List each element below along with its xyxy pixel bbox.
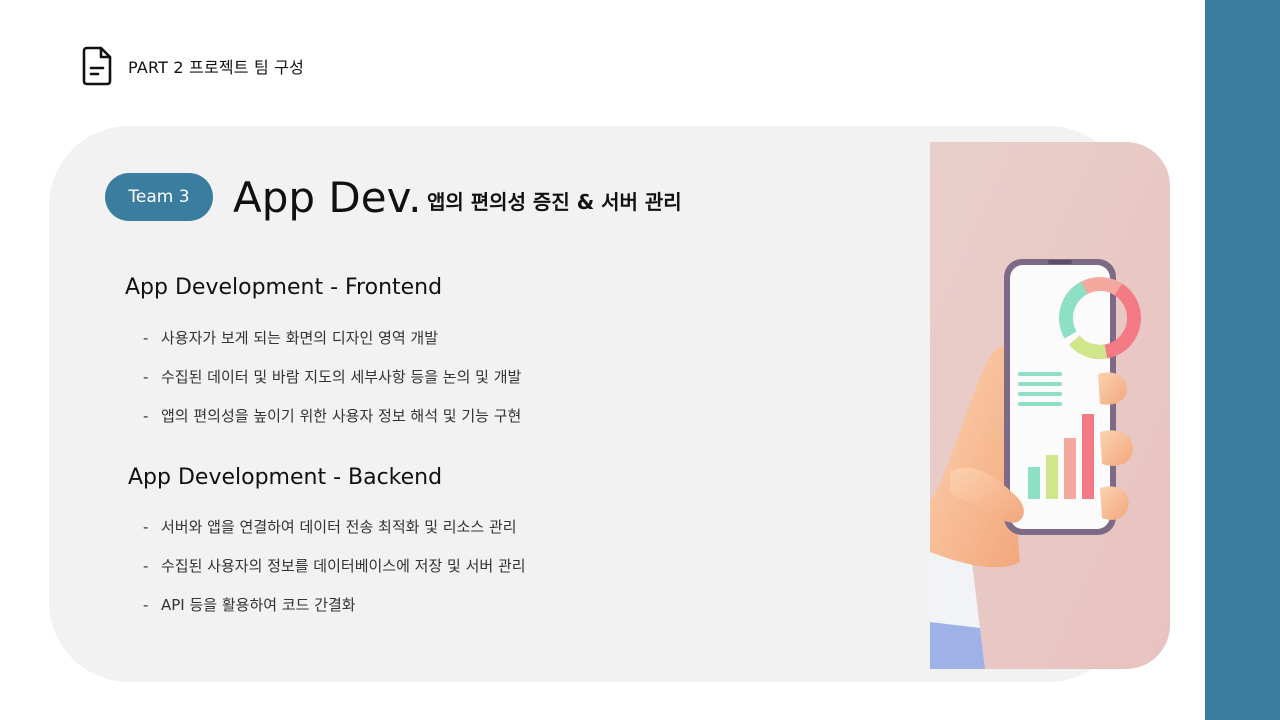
frontend-section-title: App Development - Frontend — [125, 275, 443, 300]
dash-marker: - — [143, 517, 149, 536]
screen-bar — [1028, 467, 1040, 499]
screen-bar — [1064, 438, 1076, 499]
bullet-text: API 등을 활용하여 코드 간결화 — [161, 596, 356, 614]
bullet-text: 수집된 사용자의 정보를 데이터베이스에 저장 및 서버 관리 — [161, 557, 526, 575]
dash-marker: - — [143, 406, 149, 425]
dash-marker: - — [143, 595, 149, 614]
bullet-item: - 수집된 데이터 및 바람 지도의 세부사항 등을 논의 및 개발 — [143, 357, 521, 396]
bullet-item: - 앱의 편의성을 높이기 위한 사용자 정보 해석 및 기능 구현 — [143, 396, 521, 435]
dash-marker: - — [143, 556, 149, 575]
slide-subtitle: 앱의 편의성 증진 & 서버 관리 — [427, 190, 682, 214]
screen-text-line — [1018, 402, 1062, 406]
phone-screen — [1010, 265, 1110, 529]
backend-section-title: App Development - Backend — [128, 465, 443, 490]
backend-bullet-list: - 서버와 앱을 연결하여 데이터 전송 최적화 및 리소스 관리 - 수집된 사용… — [143, 507, 526, 624]
screen-bar — [1082, 414, 1094, 499]
cuff-shape — [930, 622, 985, 669]
bullet-item: - 사용자가 보게 되는 화면의 디자인 영역 개발 — [143, 318, 521, 357]
slide-title: App Dev. — [233, 173, 422, 222]
phone-in-hand-illustration — [930, 142, 1170, 669]
bullet-item: - 서버와 앱을 연결하여 데이터 전송 최적화 및 리소스 관리 — [143, 507, 526, 546]
document-icon — [82, 46, 112, 86]
slide-header: PART 2 프로젝트 팀 구성 — [82, 46, 304, 86]
bullet-text: 수집된 데이터 및 바람 지도의 세부사항 등을 논의 및 개발 — [161, 368, 522, 386]
bullet-text: 서버와 앱을 연결하여 데이터 전송 최적화 및 리소스 관리 — [161, 518, 517, 536]
accent-side-bar — [1205, 0, 1280, 720]
screen-bar — [1046, 455, 1058, 499]
phone-speaker — [1048, 260, 1072, 264]
phone-illustration-svg — [930, 142, 1170, 669]
dash-marker: - — [143, 328, 149, 347]
screen-text-line — [1018, 372, 1062, 376]
screen-text-line — [1018, 392, 1062, 396]
section-label: PART 2 프로젝트 팀 구성 — [128, 58, 305, 77]
screen-text-line — [1018, 382, 1062, 386]
slide: PART 2 프로젝트 팀 구성 Team 3 App Dev. 앱의 편의성 … — [0, 0, 1280, 720]
team-badge: Team 3 — [105, 173, 213, 221]
frontend-bullet-list: - 사용자가 보게 되는 화면의 디자인 영역 개발 - 수집된 데이터 및 바람 … — [143, 318, 521, 435]
bullet-item: - 수집된 사용자의 정보를 데이터베이스에 저장 및 서버 관리 — [143, 546, 526, 585]
bullet-item: - API 등을 활용하여 코드 간결화 — [143, 585, 526, 624]
bullet-text: 앱의 편의성을 높이기 위한 사용자 정보 해석 및 기능 구현 — [161, 407, 522, 425]
dash-marker: - — [143, 367, 149, 386]
bullet-text: 사용자가 보게 되는 화면의 디자인 영역 개발 — [161, 329, 439, 347]
